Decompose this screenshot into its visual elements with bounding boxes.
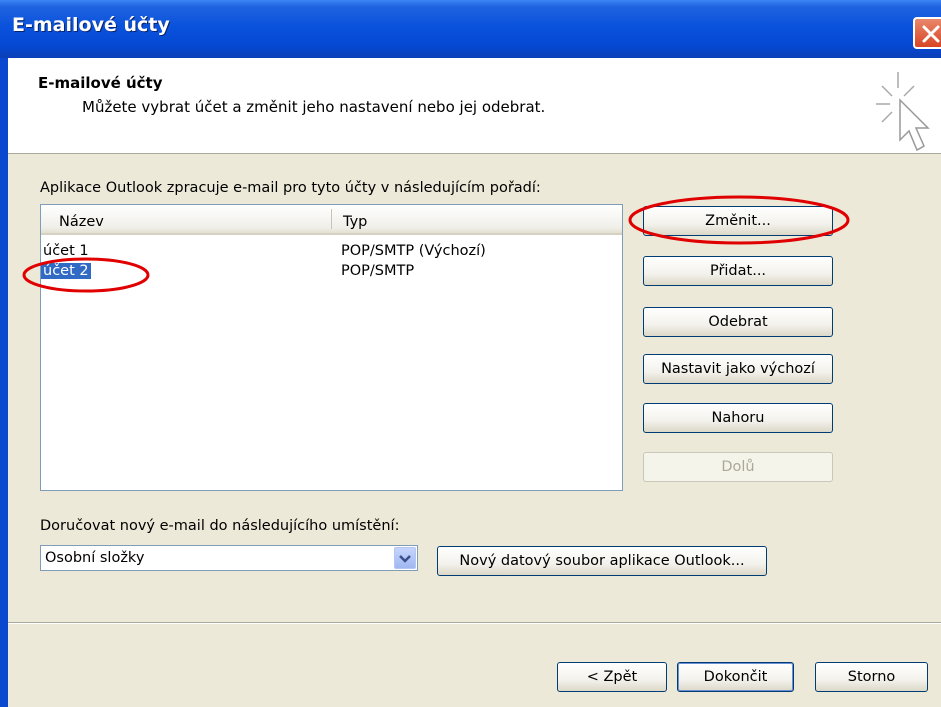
account-type: POP/SMTP	[341, 263, 415, 279]
wizard-header: E-mailové účty Můžete vybrat účet a změn…	[8, 58, 941, 154]
move-up-button[interactable]: Nahoru	[643, 403, 833, 433]
accounts-order-label: Aplikace Outlook zpracuje e-mail pro tyt…	[40, 180, 541, 196]
account-row-2[interactable]: účet 2 POP/SMTP	[41, 263, 622, 283]
window-frame	[0, 58, 8, 707]
accounts-list[interactable]: Název Typ účet 1 POP/SMTP (Výchozí) účet…	[40, 204, 623, 491]
account-type: POP/SMTP (Výchozí)	[341, 243, 486, 259]
account-name-selected: účet 2	[41, 263, 91, 279]
set-default-button[interactable]: Nastavit jako výchozí	[643, 354, 833, 384]
account-name: účet 1	[43, 243, 89, 259]
header-subtitle: Můžete vybrat účet a změnit jeho nastave…	[82, 98, 546, 116]
list-header: Název Typ	[41, 205, 622, 235]
close-button[interactable]	[913, 17, 941, 49]
delivery-label: Doručovat nový e-mail do následujícího u…	[40, 518, 400, 534]
column-header-type[interactable]: Typ	[343, 214, 367, 230]
column-separator[interactable]	[331, 209, 332, 229]
wizard-cursor-icon	[876, 72, 930, 152]
cancel-button[interactable]: Storno	[815, 662, 928, 692]
back-button[interactable]: < Zpět	[557, 662, 667, 692]
close-icon	[922, 25, 940, 43]
delivery-location-select[interactable]: Osobní složky	[40, 545, 418, 571]
move-down-button[interactable]: Dolů	[643, 452, 833, 482]
dropdown-arrow[interactable]	[394, 547, 416, 569]
delivery-location-value: Osobní složky	[45, 550, 145, 566]
title-bar: E-mailové účty	[0, 0, 941, 58]
finish-button[interactable]: Dokončit	[677, 662, 794, 692]
add-button[interactable]: Přidat...	[643, 256, 833, 286]
remove-button[interactable]: Odebrat	[643, 307, 833, 337]
column-header-name[interactable]: Název	[59, 214, 104, 230]
change-button[interactable]: Změnit...	[643, 206, 833, 236]
new-data-file-button[interactable]: Nový datový soubor aplikace Outlook...	[437, 546, 767, 576]
window-title: E-mailové účty	[12, 14, 170, 36]
footer-separator	[8, 622, 941, 624]
chevron-down-icon	[399, 555, 411, 563]
header-title: E-mailové účty	[38, 74, 163, 92]
account-row-1[interactable]: účet 1 POP/SMTP (Výchozí)	[41, 243, 622, 263]
